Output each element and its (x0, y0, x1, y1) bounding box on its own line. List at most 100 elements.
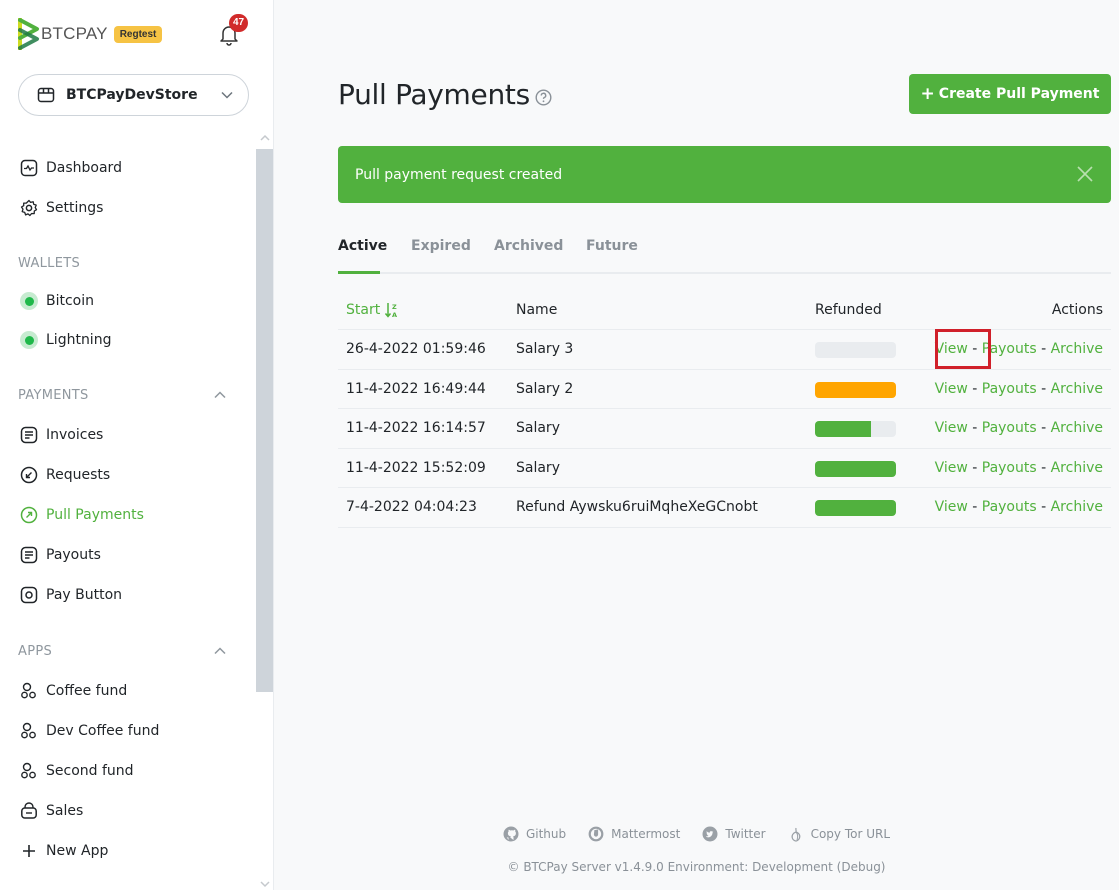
table-row: 11-4-2022 15:52:09 Salary View - Payouts -… (338, 449, 1111, 488)
mattermost-label: Mattermost (611, 827, 681, 841)
scroll-up-arrow-icon[interactable] (260, 134, 270, 142)
start-header-label: Start (346, 302, 381, 318)
github-link[interactable]: Github (503, 826, 566, 842)
archive-link[interactable]: Archive (1051, 341, 1103, 357)
crowdfund-icon (20, 682, 38, 700)
logo-text: BTCPAY (41, 24, 108, 43)
view-link[interactable]: View (935, 499, 968, 515)
row-actions: View - Payouts - Archive (935, 381, 1103, 397)
view-link[interactable]: View (935, 341, 968, 357)
table-body: 26-4-2022 01:59:46 Salary 3 View - Payouts… (338, 330, 1111, 528)
store-selector[interactable]: BTCPayDevStore (18, 74, 249, 116)
tab-expired[interactable]: Expired (411, 238, 471, 266)
refunded-progress-fill (815, 381, 896, 398)
sidebar-item-label: Settings (46, 200, 104, 216)
sidebar-item-pull-payments[interactable]: Pull Payments (20, 504, 144, 526)
create-pull-payment-button[interactable]: + Create Pull Payment (909, 74, 1111, 114)
payouts-link[interactable]: Payouts (982, 381, 1037, 397)
mattermost-link[interactable]: Mattermost (588, 826, 680, 842)
sidebar: BTCPAY Regtest 47 BTCPayDevStore Dashboa… (0, 0, 274, 890)
name-cell: Salary 2 (516, 380, 574, 397)
github-icon (503, 826, 519, 842)
payouts-link[interactable]: Payouts (982, 341, 1037, 357)
payouts-link[interactable]: Payouts (982, 420, 1037, 436)
help-icon[interactable] (535, 89, 552, 106)
sidebar-item-label: Bitcoin (46, 293, 95, 309)
tor-onion-icon (791, 827, 800, 842)
copy-tor-url-link[interactable]: Copy Tor URL (788, 826, 890, 842)
sidebar-item-bitcoin[interactable]: Bitcoin (20, 290, 94, 312)
sidebar-item-settings[interactable]: Settings (20, 197, 103, 219)
archive-link[interactable]: Archive (1051, 499, 1103, 515)
sidebar-item-dashboard[interactable]: Dashboard (20, 157, 122, 179)
sidebar-item-label: Lightning (46, 332, 112, 348)
sidebar-item-coffee-fund[interactable]: Coffee fund (20, 680, 127, 702)
scrollbar-thumb[interactable] (256, 149, 273, 692)
refunded-column-header: Refunded (815, 302, 882, 318)
start-date-cell: 26-4-2022 01:59:46 (346, 341, 486, 357)
twitter-link[interactable]: Twitter (702, 826, 766, 842)
wallets-heading: WALLETS (18, 256, 81, 271)
tab-archived[interactable]: Archived (494, 238, 563, 266)
crowdfund-icon (20, 722, 38, 740)
name-cell: Salary (516, 420, 560, 436)
wallet-status-icon (20, 331, 38, 349)
sidebar-nav: Dashboard Settings WALLETS Bitcoin Light… (0, 130, 256, 890)
action-separator: - (1036, 380, 1051, 397)
sidebar-item-label: Dashboard (46, 160, 122, 176)
svg-text:A: A (392, 311, 397, 318)
sidebar-item-sales[interactable]: Sales (20, 800, 83, 822)
name-cell: Salary (516, 459, 560, 476)
refunded-progress-bar (815, 381, 896, 398)
sidebar-item-lightning[interactable]: Lightning (20, 329, 111, 351)
plus-icon: + (920, 84, 935, 104)
sidebar-item-second-fund[interactable]: Second fund (20, 760, 134, 782)
sidebar-item-dev-coffee-fund[interactable]: Dev Coffee fund (20, 720, 159, 742)
store-name: BTCPayDevStore (66, 87, 198, 103)
sidebar-item-invoices[interactable]: Invoices (20, 424, 103, 446)
tab-future[interactable]: Future (586, 238, 638, 266)
refunded-progress-bar (815, 421, 896, 437)
sidebar-item-new-app[interactable]: New App (20, 840, 108, 862)
brand[interactable]: BTCPAY Regtest (18, 18, 163, 50)
sidebar-item-pay-button[interactable]: Pay Button (20, 584, 122, 606)
pay-button-icon (20, 586, 38, 604)
payouts-link[interactable]: Payouts (982, 460, 1037, 476)
sidebar-item-payouts[interactable]: Payouts (20, 544, 101, 566)
request-icon (20, 466, 38, 484)
action-separator: - (1036, 420, 1051, 436)
name-cell: Salary 3 (516, 341, 574, 357)
sidebar-scrollbar[interactable] (256, 130, 273, 890)
row-actions: View - Payouts - Archive (935, 460, 1103, 476)
view-link[interactable]: View (935, 381, 968, 397)
tab-active[interactable]: Active (338, 238, 387, 274)
payouts-icon (20, 546, 38, 564)
archive-link[interactable]: Archive (1051, 460, 1103, 476)
sidebar-item-label: Coffee fund (46, 683, 128, 699)
btcpay-logo-icon (18, 18, 39, 50)
payments-heading: PAYMENTS (18, 388, 89, 403)
archive-link[interactable]: Archive (1051, 381, 1103, 397)
archive-link[interactable]: Archive (1051, 420, 1103, 436)
payouts-link[interactable]: Payouts (982, 499, 1037, 515)
name-column-header: Name (516, 302, 558, 318)
sidebar-item-requests[interactable]: Requests (20, 464, 110, 486)
environment-badge: Regtest (113, 25, 163, 43)
chevron-up-icon[interactable] (213, 388, 227, 402)
pull-payments-table: Start Z A Name Refunded Actions 26-4-202… (338, 292, 1111, 528)
sidebar-item-label: Sales (46, 803, 84, 819)
name-cell: Refund Aywsku6ruiMqheXeGCnobt (516, 499, 758, 515)
chevron-up-icon[interactable] (213, 644, 227, 658)
action-separator: - (1036, 459, 1051, 476)
status-tabs: Active Expired Archived Future (338, 232, 1111, 274)
start-column-header[interactable]: Start Z A (346, 302, 399, 318)
sidebar-item-label: Second fund (46, 763, 134, 779)
scroll-down-arrow-icon[interactable] (260, 880, 270, 888)
close-icon[interactable] (1076, 165, 1094, 183)
view-link[interactable]: View (935, 420, 968, 436)
view-link[interactable]: View (935, 460, 968, 476)
sidebar-item-label: Pull Payments (46, 507, 144, 523)
store-icon (37, 87, 55, 103)
notification-count-badge[interactable]: 47 (229, 14, 249, 32)
table-row: 11-4-2022 16:14:57 Salary View - Payouts -… (338, 409, 1111, 449)
